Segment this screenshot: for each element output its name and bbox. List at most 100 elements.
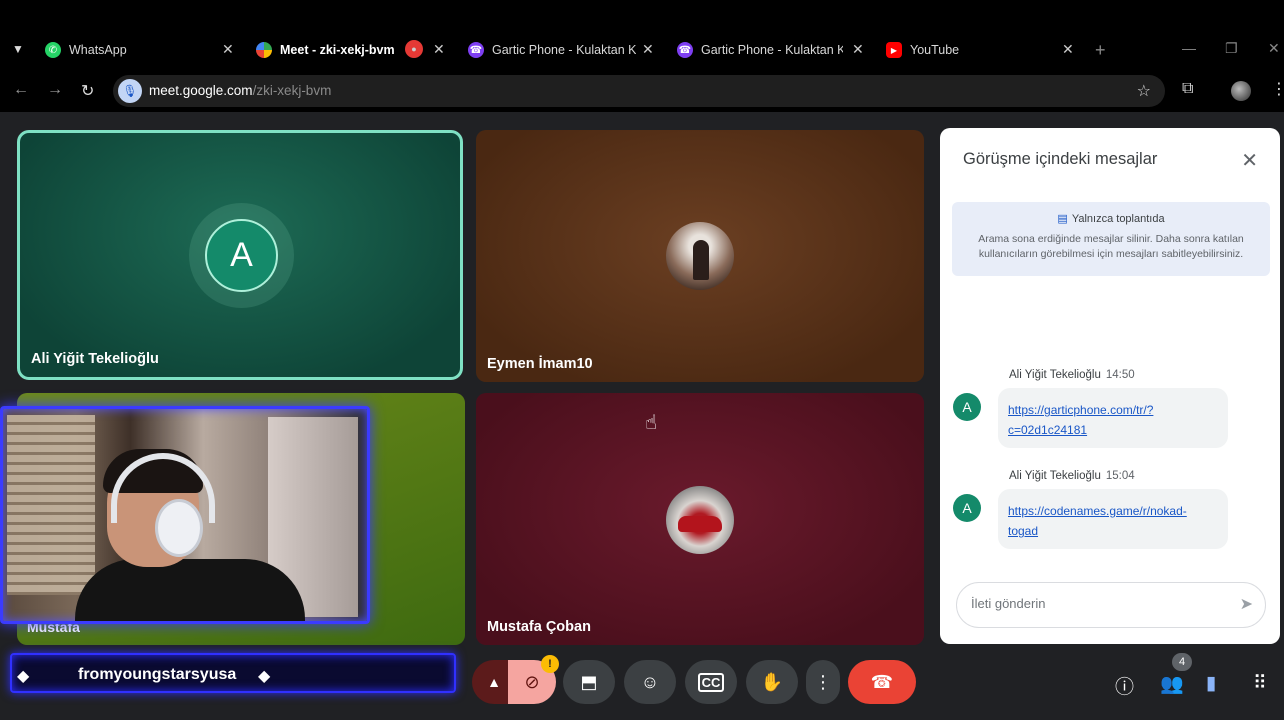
raise-hand-button[interactable]: ✋: [746, 660, 798, 704]
close-tab-icon[interactable]: ✕: [852, 41, 864, 57]
people-icon[interactable]: 👥: [1160, 672, 1184, 696]
notice-body: Arama sona erdiğinde mesajlar silinir. D…: [978, 233, 1244, 260]
activities-icon[interactable]: ⠿: [1253, 672, 1267, 695]
tab-youtube[interactable]: ▶ YouTube: [886, 36, 1056, 64]
people-count-badge: 4: [1172, 653, 1192, 671]
tab-whatsapp[interactable]: ✆ WhatsApp: [45, 36, 215, 64]
bookmark-star-icon[interactable]: ☆: [1137, 81, 1151, 101]
mouse-cursor-icon: ☝: [645, 412, 658, 434]
message-input[interactable]: [971, 596, 1221, 611]
close-tab-icon[interactable]: ✕: [1062, 41, 1074, 57]
recording-indicator-icon: ●: [405, 40, 423, 58]
tab-title: YouTube: [910, 43, 960, 57]
window-blinds: [7, 415, 95, 595]
participant-avatar: A: [205, 219, 278, 292]
streamer-webcam: [0, 406, 370, 624]
streamer-name-banner: ◆ fromyoungstarsyusa ◆: [10, 653, 456, 693]
message-link[interactable]: https://codenames.game/r/nokad-: [1008, 501, 1218, 521]
chat-notice: ▤ Yalnızca toplantıda Arama sona erdiğind…: [952, 202, 1270, 276]
participant-tile[interactable]: Mustafa Çoban: [476, 393, 924, 645]
streamer-name: fromyoungstarsyusa: [78, 666, 237, 683]
message-time: 15:04: [1105, 470, 1135, 482]
message-link[interactable]: togad: [1008, 521, 1218, 541]
person-body: [75, 559, 305, 621]
diamond-icon: ◆: [258, 668, 271, 685]
hang-up-icon: ☎: [870, 671, 894, 692]
profile-avatar[interactable]: [1231, 81, 1251, 101]
participant-tile[interactable]: A Ali Yiğit Tekelioğlu: [17, 130, 463, 380]
whatsapp-icon: ✆: [45, 42, 61, 58]
chat-icon[interactable]: ▮: [1206, 672, 1216, 695]
sender-name: Ali Yiğit Tekelioğlu: [1009, 470, 1101, 482]
message-bubble: https://garticphone.com/tr/? c=02d1c2418…: [998, 388, 1228, 448]
tab-title: Meet - zki-xekj-bvm: [280, 43, 395, 57]
chat-panel-title: Görüşme içindeki mesajlar: [963, 150, 1158, 168]
gartic-phone-icon: ☎: [468, 42, 484, 58]
sender-name: Ali Yiğit Tekelioğlu: [1009, 369, 1101, 381]
sender-avatar: A: [953, 494, 981, 522]
url-text: meet.google.com/zki-xekj-bvm: [149, 83, 331, 98]
restore-icon[interactable]: ❐: [1225, 40, 1238, 57]
message-link[interactable]: c=02d1c24181: [1008, 420, 1218, 440]
message-icon: ▤: [1057, 213, 1068, 225]
tab-gartic-phone-1[interactable]: ☎ Gartic Phone - Kulaktan Kulağa: [468, 36, 636, 64]
close-tab-icon[interactable]: ✕: [222, 41, 234, 57]
reactions-button[interactable]: ☺: [624, 660, 676, 704]
close-icon[interactable]: ✕: [1241, 148, 1258, 173]
close-tab-icon[interactable]: ✕: [433, 41, 445, 57]
tab-meet[interactable]: Meet - zki-xekj-bvm: [256, 36, 406, 64]
chevron-up-icon: ▲: [487, 674, 501, 690]
message-time: 14:50: [1105, 369, 1135, 381]
tab-search-chevron-icon[interactable]: ▼: [12, 42, 24, 56]
meeting-info-icon[interactable]: ⓘ: [1115, 672, 1134, 699]
leave-call-button[interactable]: ☎: [848, 660, 916, 704]
camera-off-icon: ⊘: [524, 671, 540, 692]
close-tab-icon[interactable]: ✕: [642, 41, 654, 57]
chat-panel: Görüşme içindeki mesajlar ✕ ▤ Yalnızca to…: [940, 128, 1280, 644]
more-options-button[interactable]: ⋮: [806, 660, 840, 704]
captions-icon: CC: [697, 672, 725, 692]
warning-badge: !: [541, 655, 559, 673]
more-vert-icon: ⋮: [814, 671, 832, 692]
extensions-icon[interactable]: ⧉: [1182, 80, 1193, 98]
url-host: meet.google.com: [149, 83, 253, 98]
headphone-cup: [155, 499, 203, 557]
diamond-icon: ◆: [17, 668, 30, 685]
tab-title: WhatsApp: [69, 43, 127, 57]
address-bar[interactable]: 🎙 meet.google.com/zki-xekj-bvm ☆: [113, 75, 1165, 107]
tab-gartic-phone-2[interactable]: ☎ Gartic Phone - Kulaktan Kulağa: [677, 36, 843, 64]
notice-title: Yalnızca toplantıda: [1071, 213, 1165, 225]
participant-name: Mustafa Çoban: [487, 619, 591, 635]
message-link[interactable]: https://garticphone.com/tr/?: [1008, 400, 1218, 420]
hand-icon: ✋: [760, 671, 784, 692]
minimize-icon[interactable]: —: [1182, 40, 1196, 56]
present-screen-button[interactable]: ⬒: [563, 660, 615, 704]
gartic-phone-icon: ☎: [677, 42, 693, 58]
participant-name: Ali Yiğit Tekelioğlu: [31, 351, 159, 367]
new-tab-icon[interactable]: +: [1095, 40, 1106, 61]
message-bubble: https://codenames.game/r/nokad- togad: [998, 489, 1228, 549]
present-icon: ⬒: [580, 671, 598, 692]
notice-heading: ▤ Yalnızca toplantıda: [952, 212, 1270, 225]
window-close-icon[interactable]: ✕: [1268, 40, 1280, 57]
reload-icon[interactable]: ↻: [81, 81, 94, 101]
tab-title: Gartic Phone - Kulaktan Kulağa: [701, 43, 843, 57]
sender-avatar: A: [953, 393, 981, 421]
tab-strip: ▼ ✆ WhatsApp ✕ Meet - zki-xekj-bvm ● ✕ ☎…: [0, 0, 1284, 72]
microphone-icon[interactable]: 🎙: [118, 79, 142, 103]
send-icon[interactable]: ➤: [1240, 594, 1253, 614]
message-input-box[interactable]: ➤: [956, 582, 1266, 628]
message-sender: Ali Yiğit Tekelioğlu 14:50: [1009, 369, 1135, 381]
url-path: /zki-xekj-bvm: [252, 83, 332, 98]
participant-name: Eymen İmam10: [487, 356, 593, 372]
emoji-icon: ☺: [640, 671, 660, 692]
participant-avatar: [666, 222, 734, 290]
google-meet-icon: [256, 42, 272, 58]
participant-avatar: [666, 486, 734, 554]
message-sender: Ali Yiğit Tekelioğlu 15:04: [1009, 470, 1135, 482]
forward-icon[interactable]: →: [47, 81, 63, 99]
browser-menu-icon[interactable]: ⋮: [1271, 79, 1284, 99]
back-icon[interactable]: ←: [13, 81, 29, 99]
captions-button[interactable]: CC: [685, 660, 737, 704]
participant-tile[interactable]: Eymen İmam10: [476, 130, 924, 382]
